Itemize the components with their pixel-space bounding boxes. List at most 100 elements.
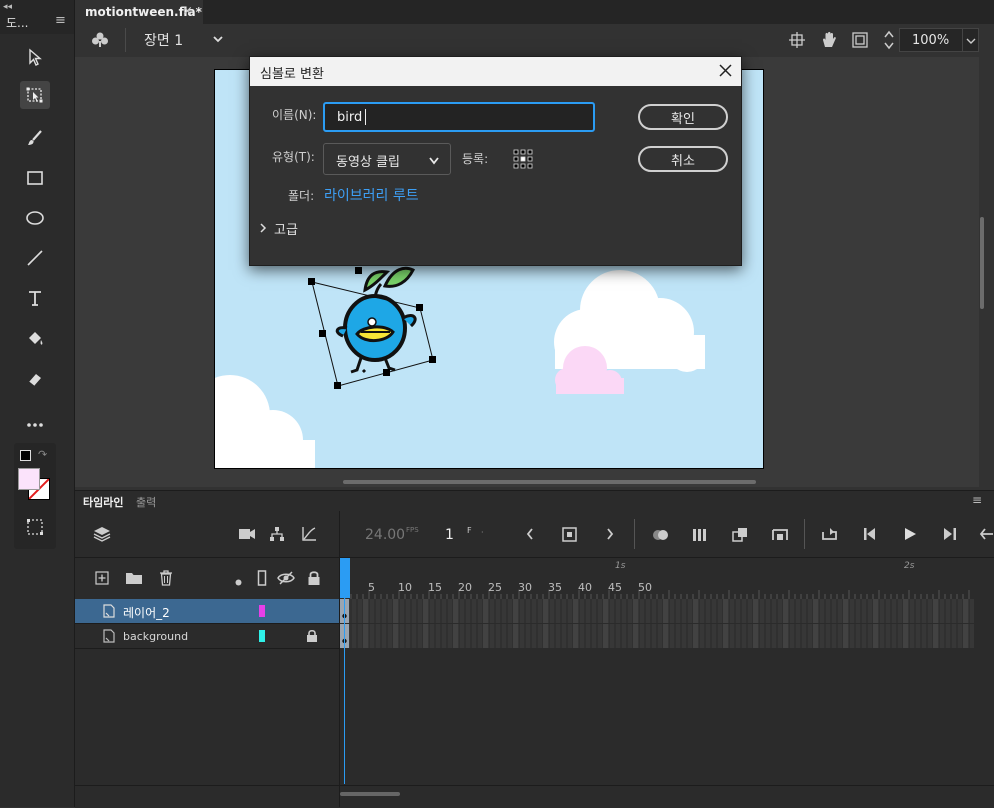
create-tween-icon[interactable] [732,527,748,546]
edit-bar: 장면 1 100% [75,24,994,58]
frame-cell-highlight [363,599,369,623]
eraser-tool-icon[interactable] [20,365,50,393]
trash-icon[interactable] [159,570,173,589]
rectangle-tool-icon[interactable] [20,164,50,192]
collapse-panels-icon[interactable]: ◂◂ [3,2,12,12]
fill-color-swatch[interactable] [18,468,40,490]
highlight-layers-dot-icon[interactable] [235,575,242,589]
advanced-toggle[interactable]: 고급 [274,219,298,238]
text-tool-icon[interactable] [20,284,50,312]
oval-tool-icon[interactable] [20,204,50,232]
ruler-second-marker: 1s [615,561,626,571]
onion-skin-icon[interactable] [651,527,671,546]
scene-label[interactable]: 장면 1 [144,30,183,50]
layer-outline-color[interactable] [259,605,265,617]
insert-frame-icon[interactable] [772,527,788,546]
play-icon[interactable] [903,527,917,544]
name-input[interactable]: bird [323,102,595,132]
new-folder-icon[interactable] [125,571,143,588]
zoom-stepper-icon[interactable] [883,28,895,55]
frame-cell-highlight [423,624,429,648]
panel-menu-icon[interactable]: ≡ [55,13,66,28]
frame-cell-highlight [453,599,459,623]
frame-cell-highlight [513,624,519,648]
frame-cell-highlight [963,624,969,648]
ok-button[interactable]: 확인 [638,104,728,130]
zoom-value: 100% [912,33,950,48]
camera-icon[interactable] [238,527,256,544]
current-frame-value[interactable]: 1 [445,527,454,543]
paint-bucket-tool-icon[interactable] [20,325,50,353]
more-tools-icon[interactable] [20,411,50,439]
ruler-frame-number: 40 [578,581,592,594]
tab-output[interactable]: 출력 [136,494,156,510]
registration-grid-icon[interactable] [513,149,533,172]
frame-cell-highlight [933,599,939,623]
type-select[interactable]: 동영상 클립 [323,143,451,175]
line-tool-icon[interactable] [20,244,50,272]
step-back-icon[interactable] [863,527,879,544]
frame-cell-highlight [783,599,789,623]
zoom-field[interactable]: 100% [899,28,979,52]
frame-cell-highlight [753,599,759,623]
center-stage-icon[interactable] [788,31,806,52]
ruler-frame-number: 20 [458,581,472,594]
step-forward-icon[interactable] [941,527,957,544]
brush-tool-icon[interactable] [20,124,50,152]
insert-keyframe-icon[interactable] [562,527,578,546]
selection-tool-icon[interactable] [20,43,50,71]
go-to-end-icon[interactable] [979,527,993,544]
close-icon[interactable] [718,63,733,81]
cancel-button[interactable]: 취소 [638,146,728,172]
fps-value[interactable]: 24.00 [365,527,405,543]
rotate-stage-hand-icon[interactable] [819,30,839,53]
layer-parenting-icon[interactable] [269,526,285,545]
ruler-frame-number: 35 [548,581,562,594]
stage-vertical-scrollbar-thumb[interactable] [980,217,984,309]
tools-panel-header: ◂◂ 도... ≡ [0,0,74,34]
layer-outline-color[interactable] [259,630,265,642]
layer-name[interactable]: background [123,630,188,643]
tab-timeline[interactable]: 타임라인 [83,494,123,510]
advanced-chevron-icon[interactable] [258,222,268,237]
layer-lock-icon[interactable] [306,629,318,646]
frame-unit: F [467,526,472,535]
next-keyframe-chevron-icon[interactable] [605,527,615,544]
ruler-frame-number: 15 [428,581,442,594]
free-transform-tool-icon[interactable] [20,81,50,109]
layer-name[interactable]: 레이어_2 [123,604,170,621]
playhead-line [344,598,345,784]
layer-row[interactable]: background [75,624,340,649]
layers-icon[interactable] [93,525,111,546]
previous-keyframe-chevron-icon[interactable] [525,527,535,544]
scene-dropdown-chevron-icon[interactable] [212,33,224,48]
swap-colors-icon[interactable]: ↷ [38,448,47,461]
timeline-horizontal-scrollbar-thumb[interactable] [340,792,400,796]
frame-cell-highlight [483,624,489,648]
lock-layers-icon[interactable] [307,570,321,589]
hide-layers-eye-icon[interactable] [277,571,295,588]
edit-multiple-frames-icon[interactable] [692,527,708,546]
loop-playback-icon[interactable] [821,526,839,545]
new-layer-icon[interactable] [95,571,109,588]
frame-cell-highlight [783,624,789,648]
frame-cell-highlight [483,599,489,623]
snap-to-objects-icon[interactable] [20,513,50,541]
timeline-menu-icon[interactable]: ≡ [972,493,982,507]
library-root-link[interactable]: 라이브러리 루트 [324,185,419,205]
zoom-dropdown-chevron-icon[interactable] [966,35,976,49]
show-outline-icon[interactable] [257,570,267,589]
layer-row[interactable]: 레이어_2 [75,599,340,624]
frame-cell-highlight [933,624,939,648]
scene-icon[interactable] [90,30,110,53]
playhead-handle[interactable] [340,558,350,598]
motion-editor-graph-icon[interactable] [301,526,317,545]
frame-grid[interactable] [340,599,974,649]
text-cursor [365,109,366,125]
frame-cell-highlight [663,624,669,648]
default-colors-icon[interactable] [20,450,31,461]
stage-horizontal-scrollbar-thumb[interactable] [343,480,756,484]
type-select-value: 동영상 클립 [336,155,400,170]
close-tab-icon[interactable]: × [182,4,193,19]
clip-outside-stage-icon[interactable] [851,31,869,52]
